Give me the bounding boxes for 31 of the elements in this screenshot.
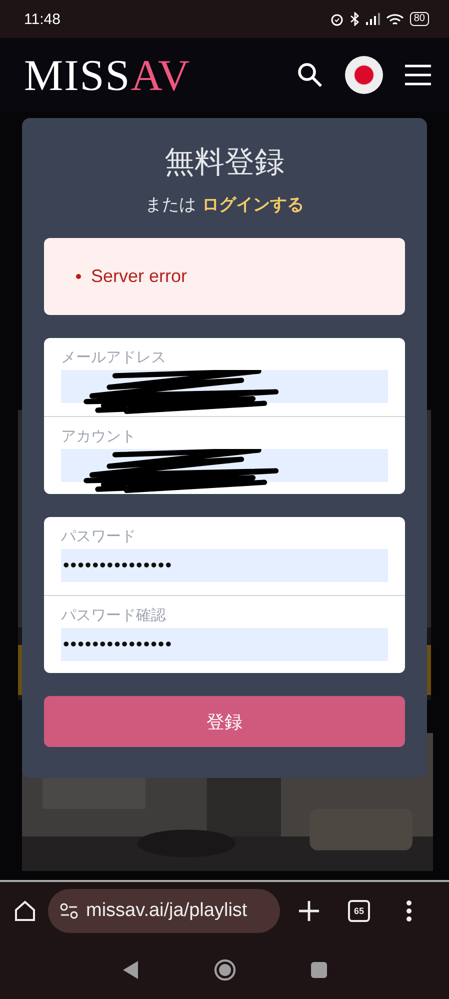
login-link[interactable]: ログインする [202, 193, 304, 216]
battery-indicator: 80 [410, 12, 429, 26]
tab-count-button[interactable]: 65 [348, 900, 370, 922]
wifi-icon [386, 12, 404, 26]
field-label: アカウント [61, 427, 137, 446]
field-label: パスワード [61, 527, 137, 546]
tune-icon[interactable] [60, 903, 78, 919]
bullet-icon [76, 274, 81, 279]
register-button[interactable]: 登録 [44, 696, 405, 747]
signal-icon [366, 13, 380, 25]
home-icon[interactable] [14, 900, 36, 922]
dialog-title: 無料登録 [164, 145, 286, 181]
input-field[interactable]: ••••••••••••••• [61, 549, 388, 582]
field-label: パスワード確認 [61, 606, 167, 625]
bluetooth-icon [350, 12, 360, 26]
more-icon[interactable] [406, 900, 412, 922]
field-label: メールアドレス [61, 348, 167, 367]
menu-icon[interactable] [405, 64, 431, 86]
url-text: missav.ai/ja/playlist [86, 900, 248, 922]
home-button-icon[interactable] [214, 958, 236, 980]
recents-icon[interactable] [310, 962, 326, 978]
search-icon[interactable] [297, 62, 323, 88]
input-field[interactable]: ••••••••••••••• [61, 628, 388, 661]
clock: 11:48 [24, 10, 60, 28]
error-message: Server error [91, 266, 188, 287]
or-text: または [145, 194, 196, 216]
address-bar[interactable]: missav.ai/ja/playlist [48, 889, 280, 933]
new-tab-icon[interactable] [298, 900, 320, 922]
back-icon[interactable] [122, 960, 138, 978]
alarm-icon [330, 12, 344, 26]
language-flag-button[interactable] [345, 56, 383, 94]
